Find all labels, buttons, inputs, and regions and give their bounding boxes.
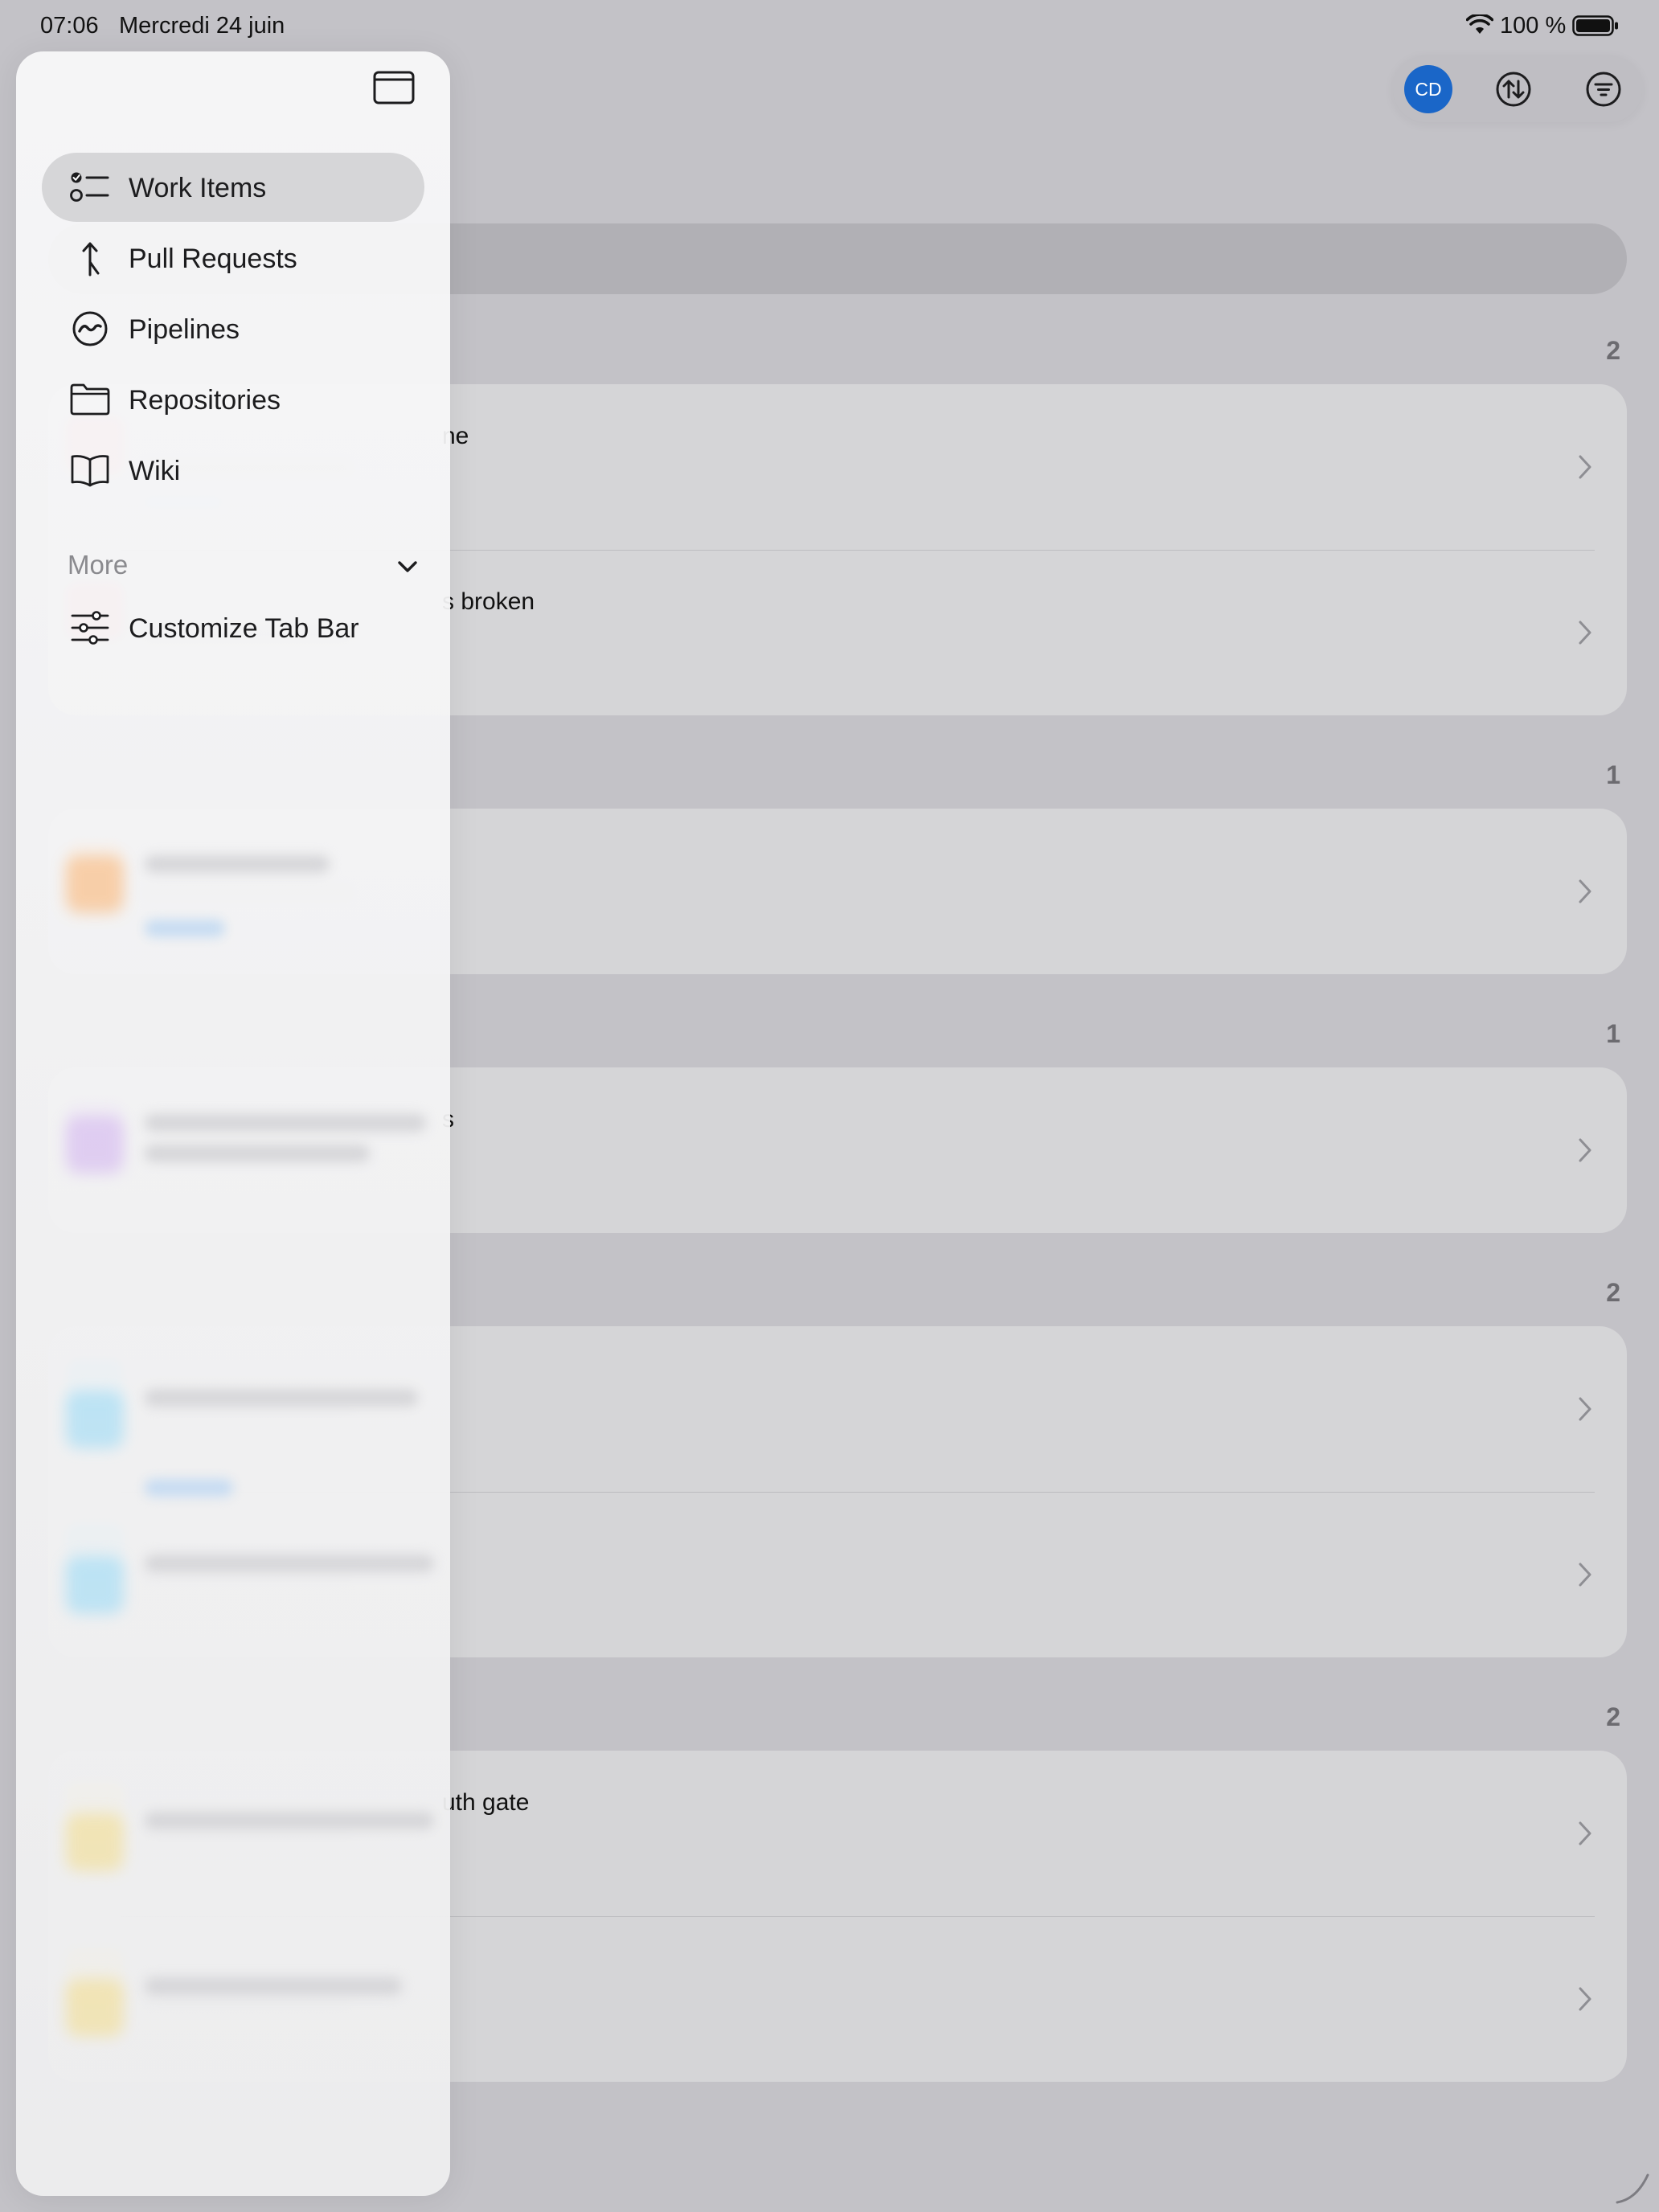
sidebar-item-label: Customize Tab Bar (129, 613, 359, 644)
resize-handle-icon[interactable] (1612, 2167, 1651, 2206)
sidebar-toggle-icon[interactable] (373, 71, 415, 104)
filter-icon (1586, 72, 1621, 107)
battery-icon (1572, 15, 1618, 36)
filter-button[interactable] (1579, 65, 1628, 113)
sidebar-item-label: Repositories (129, 385, 281, 416)
sidebar-item-label: Pull Requests (129, 244, 297, 274)
sidebar: Work Items Pull Requests Pipelines Repos… (16, 51, 450, 2196)
chevron-right-icon (1579, 1563, 1591, 1587)
avatar[interactable]: CD (1404, 65, 1452, 113)
ghost-line (145, 1977, 402, 1995)
sidebar-item-pull-requests[interactable]: Pull Requests (42, 223, 424, 293)
ghost-line (145, 1114, 426, 1132)
folder-icon (70, 383, 110, 416)
more-section-header[interactable]: More (68, 542, 421, 590)
ghost-icon (66, 1979, 124, 2037)
branch-merge-icon (82, 242, 100, 276)
group-count: 1 (1606, 760, 1620, 789)
ghost-icon (66, 855, 124, 913)
list-item-title: uth gate (442, 1789, 530, 1816)
chevron-right-icon (1579, 1397, 1591, 1421)
group-count: 2 (1606, 1278, 1620, 1307)
battery-percent: 100 % (1500, 13, 1567, 39)
sidebar-item-label: Wiki (129, 456, 181, 486)
book-icon (71, 455, 109, 487)
ghost-line (145, 1389, 418, 1407)
ghost-line (145, 855, 330, 873)
ghost-line (145, 1145, 370, 1162)
chevron-right-icon (1579, 621, 1591, 645)
sort-arrows-icon (1496, 72, 1531, 107)
sidebar-item-customize-tab-bar[interactable]: Customize Tab Bar (42, 593, 424, 662)
chevron-right-icon (1579, 1821, 1591, 1845)
group-count: 1 (1606, 1019, 1620, 1048)
sidebar-item-pipelines[interactable]: Pipelines (42, 294, 424, 363)
ghost-icon (66, 1813, 124, 1871)
group-count: 2 (1606, 336, 1620, 365)
chevron-right-icon (1579, 1987, 1591, 2011)
ghost-line (145, 1555, 434, 1572)
list-item-title: s broken (442, 588, 535, 615)
ghost-line (145, 1479, 233, 1497)
ghost-line (145, 920, 225, 937)
wifi-icon (1466, 14, 1493, 34)
sidebar-item-label: Pipelines (129, 314, 240, 345)
sidebar-item-work-items[interactable]: Work Items (42, 153, 424, 222)
status-time: 07:06 (40, 13, 99, 39)
sidebar-item-repositories[interactable]: Repositories (42, 365, 424, 434)
ghost-line (145, 1812, 434, 1829)
toolbar: CD (1393, 56, 1642, 122)
status-date: Mercredi 24 juin (119, 13, 285, 39)
chevron-right-icon (1579, 455, 1591, 479)
sliders-icon (71, 611, 109, 645)
checklist-icon (70, 172, 109, 202)
chevron-right-icon (1579, 1138, 1591, 1162)
sidebar-item-label: Work Items (129, 173, 267, 203)
pipeline-icon (72, 311, 108, 346)
ghost-icon (66, 1556, 124, 1614)
chevron-right-icon (1579, 879, 1591, 903)
more-label: More (68, 550, 129, 580)
status-bar: 07:06 Mercredi 24 juin 100 % (0, 0, 1659, 51)
chevron-down-icon (398, 561, 417, 572)
sidebar-item-wiki[interactable]: Wiki (42, 436, 424, 505)
group-count: 2 (1606, 1702, 1620, 1731)
ghost-icon (66, 1116, 124, 1174)
sort-button[interactable] (1489, 65, 1538, 113)
ghost-icon (66, 1391, 124, 1448)
